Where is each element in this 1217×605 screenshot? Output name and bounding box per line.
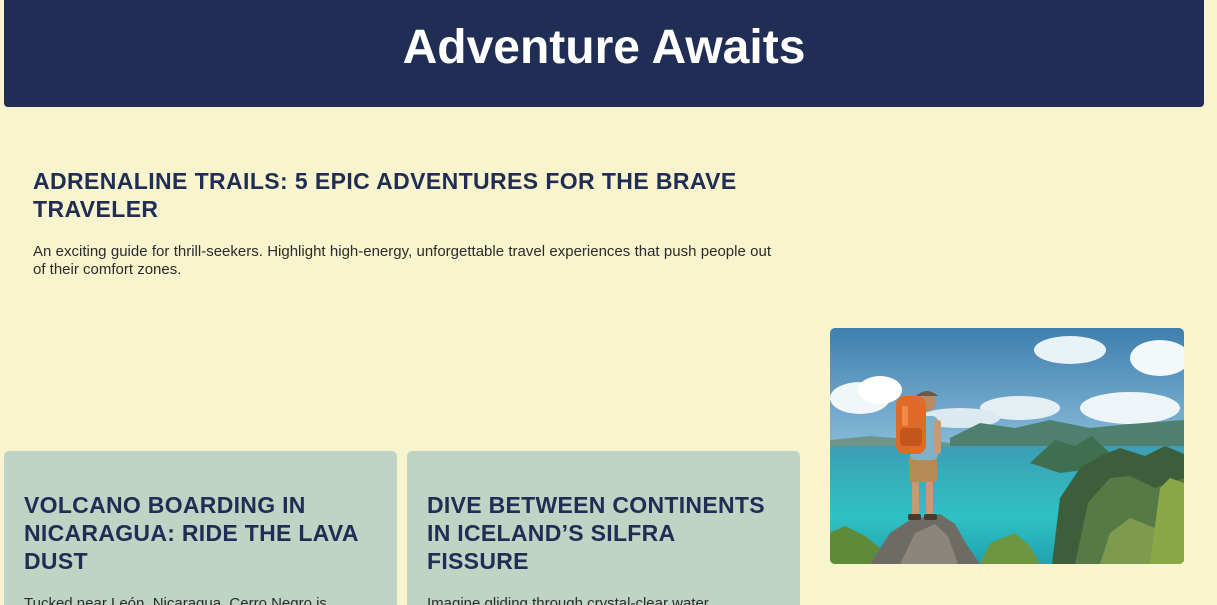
hiker-photo (830, 328, 1184, 564)
card-text: Tucked near León, Nicaragua, Cerro Negro… (24, 595, 327, 605)
intro-section: ADRENALINE TRAILS: 5 EPIC ADVENTURES FOR… (33, 167, 771, 279)
intro-heading: ADRENALINE TRAILS: 5 EPIC ADVENTURES FOR… (33, 168, 737, 222)
article-card-silfra[interactable]: DIVE BETWEEN CONTINENTS IN ICELAND’S SIL… (407, 451, 800, 605)
site-title: Adventure Awaits (402, 20, 806, 74)
hiker-illustration (830, 328, 1184, 564)
card-title: VOLCANO BOARDING IN NICARAGUA: RIDE THE … (24, 492, 358, 574)
card-title: DIVE BETWEEN CONTINENTS IN ICELAND’S SIL… (427, 492, 765, 574)
intro-description: An exciting guide for thrill-seekers. Hi… (33, 243, 771, 278)
site-header: Adventure Awaits (4, 0, 1204, 107)
card-text: Imagine gliding through crystal-clear wa… (427, 595, 709, 605)
page: Adventure Awaits ADRENALINE TRAILS: 5 EP… (0, 0, 1217, 605)
article-card-volcano[interactable]: VOLCANO BOARDING IN NICARAGUA: RIDE THE … (4, 451, 397, 605)
